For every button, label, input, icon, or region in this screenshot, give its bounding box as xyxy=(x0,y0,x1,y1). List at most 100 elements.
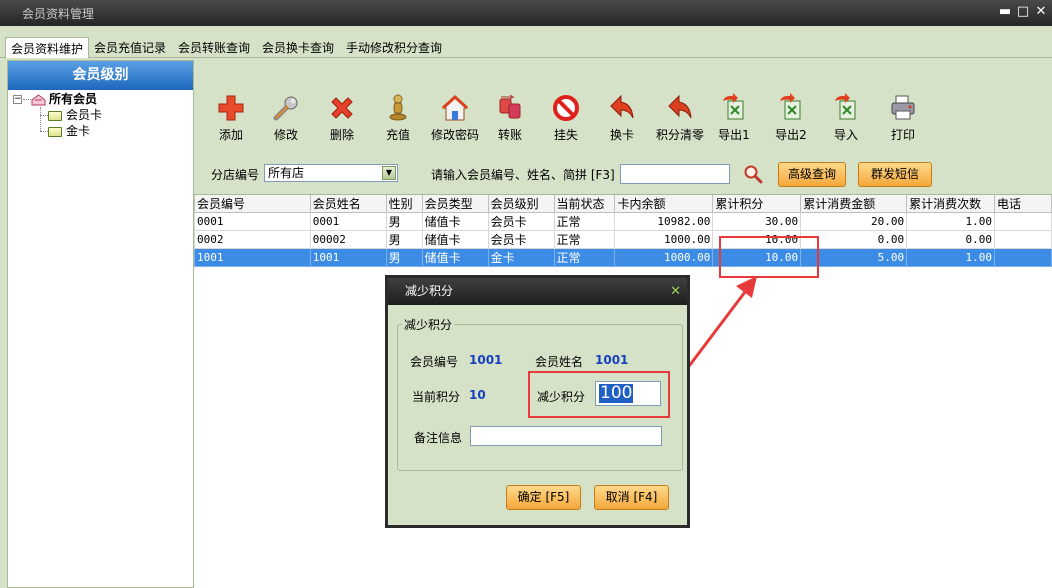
add-icon xyxy=(218,95,244,121)
house-key-icon xyxy=(441,94,469,121)
dialog-close-icon[interactable]: ✕ xyxy=(670,278,681,305)
dialog-title-bar: 减少积分 ✕ xyxy=(388,278,687,305)
change-password-button[interactable]: 修改密码 xyxy=(424,93,486,143)
tree-item-gold-card[interactable]: 金卡 xyxy=(48,123,90,139)
group-title: 减少积分 xyxy=(404,318,453,332)
cell-visit-count: 1.00 xyxy=(906,248,996,267)
export2-button[interactable]: 导出2 xyxy=(765,93,817,143)
cell-visit-count: 1.00 xyxy=(906,212,996,231)
cell-member-no: 0002 xyxy=(194,230,311,249)
column-header[interactable]: 累计消费次数 xyxy=(906,195,996,213)
wrench-icon xyxy=(273,96,298,121)
table-row[interactable]: 0001 0001 男 储值卡 会员卡 正常 10982.00 30.00 20… xyxy=(194,212,1052,231)
cell-total-points: 30.00 xyxy=(712,212,802,231)
add-button[interactable]: 添加 xyxy=(205,93,257,143)
dialog-title: 减少积分 xyxy=(405,284,454,298)
change-card-button[interactable]: 换卡 xyxy=(596,93,648,143)
column-header[interactable]: 会员姓名 xyxy=(309,195,387,213)
column-header[interactable]: 当前状态 xyxy=(553,195,616,213)
tab-recharge-records[interactable]: 会员充值记录 xyxy=(89,37,171,57)
member-no-label: 会员编号 xyxy=(410,355,459,369)
tab-manual-points-query[interactable]: 手动修改积分查询 xyxy=(341,37,447,57)
cell-member-name: 1001 xyxy=(309,248,387,267)
column-header[interactable]: 卡内余额 xyxy=(614,195,714,213)
cell-phone xyxy=(994,248,1052,267)
bulk-sms-button[interactable]: 群发短信 xyxy=(858,162,932,187)
export-icon xyxy=(723,93,744,120)
maximize-button[interactable]: □ xyxy=(1014,2,1032,22)
cell-balance: 1000.00 xyxy=(614,248,714,267)
import-label: 导入 xyxy=(833,128,858,142)
printer-icon xyxy=(891,95,915,120)
table-row-selected[interactable]: 1001 1001 男 储值卡 金卡 正常 1000.00 10.00 5.00… xyxy=(194,248,1052,267)
tree-label: 金卡 xyxy=(66,124,91,138)
close-button[interactable]: ✕ xyxy=(1032,2,1050,22)
cell-phone xyxy=(994,212,1052,231)
tab-transfer-query[interactable]: 会员转账查询 xyxy=(173,37,255,57)
confirm-button[interactable]: 确定 [F5] xyxy=(506,485,581,510)
column-header[interactable]: 累计消费金额 xyxy=(800,195,908,213)
tab-card-change-query[interactable]: 会员换卡查询 xyxy=(257,37,339,57)
edit-button[interactable]: 修改 xyxy=(260,93,312,143)
advanced-query-button[interactable]: 高级查询 xyxy=(778,162,846,187)
recharge-icon xyxy=(389,94,407,121)
tree-label: 会员卡 xyxy=(66,108,103,122)
print-label: 打印 xyxy=(890,128,915,142)
column-header[interactable]: 性别 xyxy=(385,195,423,213)
cancel-button[interactable]: 取消 [F4] xyxy=(594,485,669,510)
change-card-label: 换卡 xyxy=(609,128,634,142)
transfer-button[interactable]: 转账 xyxy=(484,93,536,143)
import-icon xyxy=(835,93,856,120)
report-loss-button[interactable]: 挂失 xyxy=(540,93,592,143)
member-name-label: 会员姓名 xyxy=(535,355,584,369)
column-header[interactable]: 会员级别 xyxy=(487,195,555,213)
cell-status: 正常 xyxy=(553,248,616,267)
cell-gender: 男 xyxy=(385,212,423,231)
edit-label: 修改 xyxy=(273,128,298,142)
delete-button[interactable]: 删除 xyxy=(316,93,368,143)
folder-icon xyxy=(48,126,62,137)
minimize-button[interactable]: ▬ xyxy=(996,2,1014,22)
recharge-button[interactable]: 充值 xyxy=(372,93,424,143)
table-header: 会员编号 会员姓名 性别 会员类型 会员级别 当前状态 卡内余额 累计积分 累计… xyxy=(194,195,1052,213)
remark-input[interactable] xyxy=(470,426,662,446)
cell-member-level: 会员卡 xyxy=(487,230,555,249)
column-header[interactable]: 电话 xyxy=(994,195,1052,213)
tree-item-member-card[interactable]: 会员卡 xyxy=(48,107,102,123)
transfer-icon xyxy=(499,94,521,119)
chevron-down-icon: ▼ xyxy=(382,166,396,180)
cell-balance: 1000.00 xyxy=(614,230,714,249)
members-folder-icon xyxy=(31,93,46,105)
swap-card-icon xyxy=(610,94,634,119)
print-button[interactable]: 打印 xyxy=(877,93,929,143)
column-header[interactable]: 累计积分 xyxy=(712,195,802,213)
search-input[interactable] xyxy=(620,164,730,184)
member-name-value: 1001 xyxy=(595,353,629,367)
delete-label: 删除 xyxy=(329,128,354,142)
cell-gender: 男 xyxy=(385,248,423,267)
search-icon[interactable] xyxy=(743,164,763,184)
import-button[interactable]: 导入 xyxy=(820,93,872,143)
tree-collapse-toggle[interactable]: − xyxy=(13,95,22,104)
tree-connector xyxy=(40,131,48,132)
add-label: 添加 xyxy=(218,128,243,142)
tab-bar: 会员资料维护 会员充值记录 会员转账查询 会员换卡查询 手动修改积分查询 xyxy=(0,26,1052,58)
column-header[interactable]: 会员类型 xyxy=(421,195,489,213)
tree-label: 所有会员 xyxy=(49,92,98,106)
member-level-sidebar: 会员级别 − 所有会员 会员卡 金卡 xyxy=(7,60,194,588)
store-label: 分店编号 xyxy=(211,168,260,182)
transfer-label: 转账 xyxy=(497,128,522,142)
column-header[interactable]: 会员编号 xyxy=(194,195,311,213)
tab-member-maintenance[interactable]: 会员资料维护 xyxy=(5,37,90,58)
window-title: 会员资料管理 xyxy=(22,7,95,21)
tree-connector xyxy=(23,99,31,100)
tree-item-all-members[interactable]: 所有会员 xyxy=(31,91,97,107)
export1-button[interactable]: 导出1 xyxy=(708,93,760,143)
cell-status: 正常 xyxy=(553,212,616,231)
store-select-value: 所有店 xyxy=(268,166,305,180)
cell-member-no: 0001 xyxy=(194,212,311,231)
clear-points-button[interactable]: 积分清零 xyxy=(649,93,711,143)
sidebar-title: 会员级别 xyxy=(8,61,193,90)
table-row[interactable]: 0002 00002 男 储值卡 会员卡 正常 1000.00 10.00 0.… xyxy=(194,230,1052,249)
store-select[interactable]: 所有店 ▼ xyxy=(264,164,398,182)
